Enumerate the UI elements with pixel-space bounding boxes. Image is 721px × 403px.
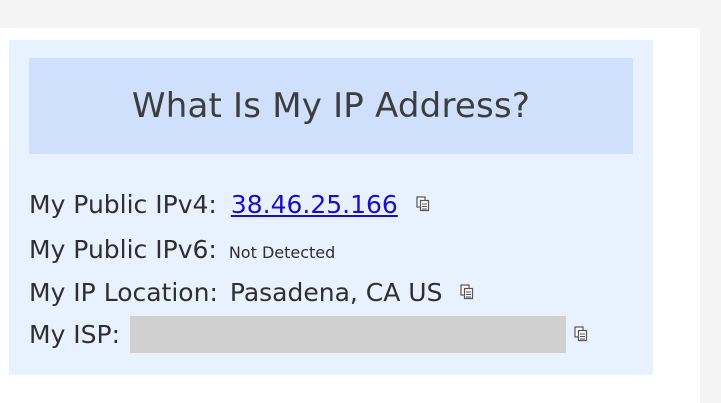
page-title: What Is My IP Address? xyxy=(131,86,531,126)
ipv6-value: Not Detected xyxy=(228,242,336,262)
location-row: My IP Location: Pasadena, CA US xyxy=(29,272,474,312)
ipv4-row: My Public IPv4: 38.46.25.166 xyxy=(29,184,430,224)
ipv4-address-link[interactable]: 38.46.25.166 xyxy=(231,190,398,219)
isp-row: My ISP: xyxy=(29,314,588,354)
copy-icon[interactable] xyxy=(416,196,430,212)
title-banner: What Is My IP Address? xyxy=(29,58,633,154)
isp-label: My ISP: xyxy=(29,319,121,349)
copy-icon[interactable] xyxy=(460,284,474,300)
isp-value-redacted xyxy=(130,315,567,353)
copy-icon[interactable] xyxy=(574,326,588,342)
browser-top-strip xyxy=(0,0,721,28)
ipv6-label: My Public IPv6: xyxy=(29,234,217,264)
ipv6-row: My Public IPv6: Not Detected xyxy=(29,229,335,269)
ipv4-label: My Public IPv4: xyxy=(29,189,217,219)
location-label: My IP Location: xyxy=(29,277,218,307)
ip-info-card: What Is My IP Address? My Public IPv4: 3… xyxy=(9,40,653,375)
scrollbar-track[interactable] xyxy=(700,28,721,403)
location-value: Pasadena, CA US xyxy=(229,277,443,307)
